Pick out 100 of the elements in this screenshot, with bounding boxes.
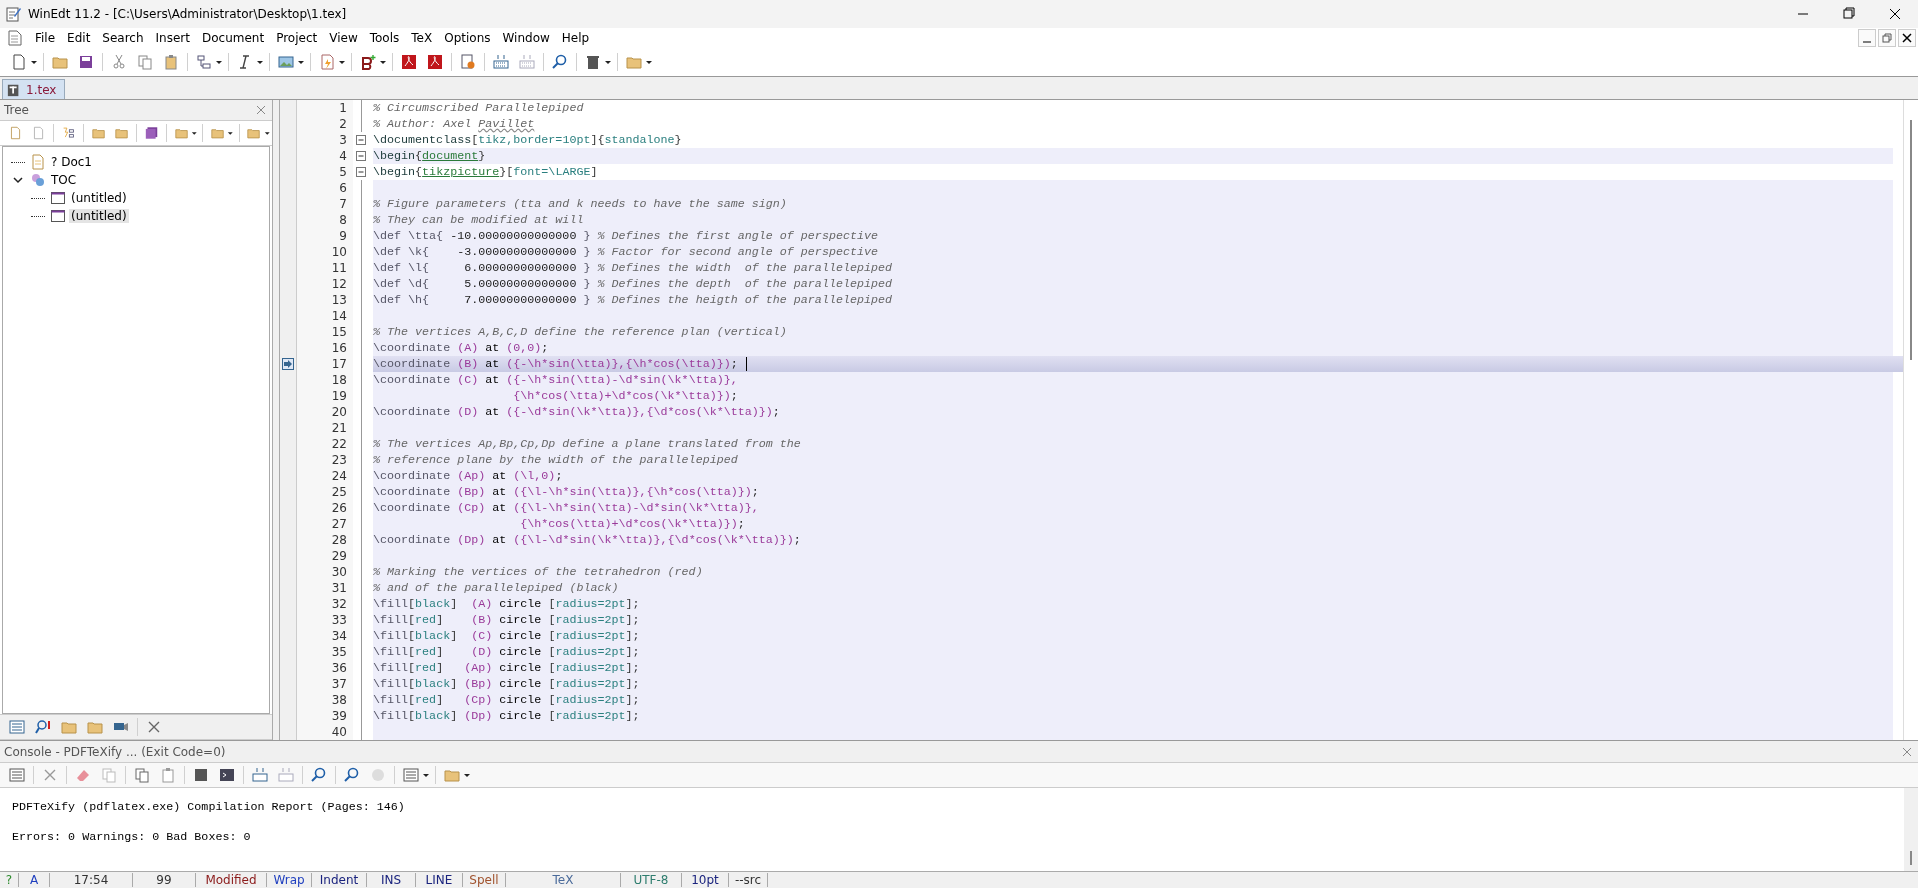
- line-number: 14: [330, 308, 348, 324]
- line-number: 27: [330, 516, 348, 532]
- menu-item[interactable]: Project: [271, 31, 325, 45]
- code-line: \fill[red] (Ap) circle [radius=2pt];: [373, 660, 640, 676]
- pdf-binoculars-icon[interactable]: [427, 54, 443, 70]
- app-icon: [6, 6, 22, 22]
- status-item: 10pt: [682, 873, 729, 887]
- menu-item[interactable]: TeX: [406, 31, 440, 45]
- status-item: --src: [729, 873, 768, 887]
- window-title: WinEdt 11.2 - [C:\Users\Administrator\Desktop\1.tex]: [28, 7, 347, 21]
- line-number: 2: [338, 116, 348, 132]
- open-folder-icon[interactable]: [52, 54, 68, 70]
- console-line: Errors: 0 Warnings: 0 Bad Boxes: 0: [12, 829, 252, 846]
- document-tab[interactable]: 1.tex: [2, 79, 66, 99]
- save-stack-icon[interactable]: [144, 125, 158, 141]
- gear-document-icon[interactable]: [460, 54, 476, 70]
- line-number: 21: [330, 420, 348, 436]
- line-number: 13: [330, 292, 348, 308]
- menu-item[interactable]: Edit: [62, 31, 98, 45]
- line-number: 38: [330, 692, 348, 708]
- menu-item[interactable]: Search: [97, 31, 151, 45]
- menu-item[interactable]: Insert: [150, 31, 197, 45]
- line-number: 31: [330, 580, 348, 596]
- pdf-icon[interactable]: [401, 54, 417, 70]
- menu-item[interactable]: Tools: [364, 31, 407, 45]
- line-number: 12: [330, 276, 348, 292]
- restore-button[interactable]: [1878, 29, 1896, 47]
- copy-icon[interactable]: [134, 767, 150, 783]
- search-icon[interactable]: [311, 767, 327, 783]
- trash-icon[interactable]: [585, 54, 601, 70]
- search-alert-icon[interactable]: [35, 719, 51, 735]
- minimize-button[interactable]: [1858, 29, 1876, 47]
- line-number: 22: [330, 436, 348, 452]
- keyboard-arrow-icon[interactable]: [252, 767, 268, 783]
- menu-item[interactable]: Help: [556, 31, 597, 45]
- console-line: PDFTeXify (pdflatex.exe) Compilation Report (Pages: 146): [12, 799, 406, 816]
- menu-item[interactable]: Document: [197, 31, 272, 45]
- menu-item[interactable]: View: [324, 31, 365, 45]
- close-icon[interactable]: [1902, 746, 1912, 757]
- line-number: 5: [338, 164, 348, 180]
- copy-icon[interactable]: [137, 54, 153, 70]
- star-folder-icon[interactable]: [61, 719, 77, 735]
- line-number: 7: [338, 196, 348, 212]
- code-line: % reference plane by the width of the parallelepiped: [373, 452, 738, 468]
- search-alert-icon[interactable]: [344, 767, 360, 783]
- close-button[interactable]: [1898, 29, 1916, 47]
- code-line: \coordinate (A) at (0,0);: [373, 340, 549, 356]
- status-item: Indent: [312, 873, 367, 887]
- close-icon[interactable]: [42, 767, 58, 783]
- square-icon[interactable]: [193, 767, 209, 783]
- scrollbar[interactable]: [1904, 788, 1918, 871]
- code-line: % The vertices Ap,Bp,Cp,Dp define a plane translated from the: [373, 436, 801, 452]
- add-file-icon[interactable]: [9, 125, 23, 141]
- code-line: \begin{document}: [373, 148, 486, 164]
- cut-icon[interactable]: [111, 54, 127, 70]
- tree-item[interactable]: (untitled): [69, 191, 129, 205]
- code-line: \def \k{ -3.00000000000000 } % Factor for second angle of perspective: [373, 244, 878, 260]
- menu-item[interactable]: Options: [439, 31, 498, 45]
- status-item: TeX: [506, 873, 621, 887]
- close-icon[interactable]: [256, 105, 266, 115]
- keyboard-arrow-icon[interactable]: [493, 54, 509, 70]
- code-line: \coordinate (B) at ({-\h*sin(\tta)},{\h*cos(\tta)});: [373, 356, 747, 372]
- plus-icon[interactable]: [360, 54, 376, 70]
- code-line: \def \d{ 5.00000000000000 } % Defines the depth of the parallelepiped: [373, 276, 893, 292]
- tree-icon[interactable]: [196, 54, 212, 70]
- status-item: Wrap: [267, 873, 312, 887]
- collapse-icon[interactable]: [13, 175, 23, 185]
- line-number: 30: [330, 564, 348, 580]
- code-line: \coordinate (D) at ({-\d*sin(\k*\tta)},{\d*cos(\k*\tta)});: [373, 404, 780, 420]
- list-icon[interactable]: [9, 719, 25, 735]
- code-line: \fill[black] (C) circle [radius=2pt];: [373, 628, 640, 644]
- eraser-icon[interactable]: [75, 767, 91, 783]
- code-line: \coordinate (Dp) at ({\l-\d*sin(\k*\tta)},{\d*cos(\k*\tta)});: [373, 532, 801, 548]
- paste-icon[interactable]: [163, 54, 179, 70]
- status-item: 99: [133, 873, 196, 887]
- menu-item[interactable]: Window: [497, 31, 557, 45]
- tree-item[interactable]: (untitled): [69, 209, 129, 223]
- menu-item[interactable]: File: [30, 31, 63, 45]
- close-icon[interactable]: [146, 719, 162, 735]
- code-line: % Figure parameters (tta and k needs to have the same sign): [373, 196, 787, 212]
- status-item: A: [19, 873, 50, 887]
- list-icon[interactable]: [9, 767, 25, 783]
- bookmark-arrow-icon[interactable]: [282, 358, 294, 370]
- tex-file-icon: [7, 82, 21, 97]
- file-icon: [30, 154, 46, 170]
- line-number: 40: [330, 724, 348, 740]
- document-icon[interactable]: [8, 30, 22, 46]
- line-number: 34: [330, 628, 348, 644]
- tree-item[interactable]: ? Doc1: [49, 155, 94, 169]
- code-line: % Marking the vertices of the tetrahedron (red): [373, 564, 703, 580]
- save-icon[interactable]: [78, 54, 94, 70]
- code-editor[interactable]: [280, 100, 1903, 740]
- new-file-icon[interactable]: [11, 54, 27, 70]
- terminal-icon[interactable]: [219, 767, 235, 783]
- line-number: 36: [330, 660, 348, 676]
- tree-item[interactable]: TOC: [49, 173, 79, 187]
- lightning-tree-icon[interactable]: [61, 125, 75, 141]
- paste-icon[interactable]: [160, 767, 176, 783]
- line-number: 39: [330, 708, 348, 724]
- search-icon[interactable]: [552, 54, 568, 70]
